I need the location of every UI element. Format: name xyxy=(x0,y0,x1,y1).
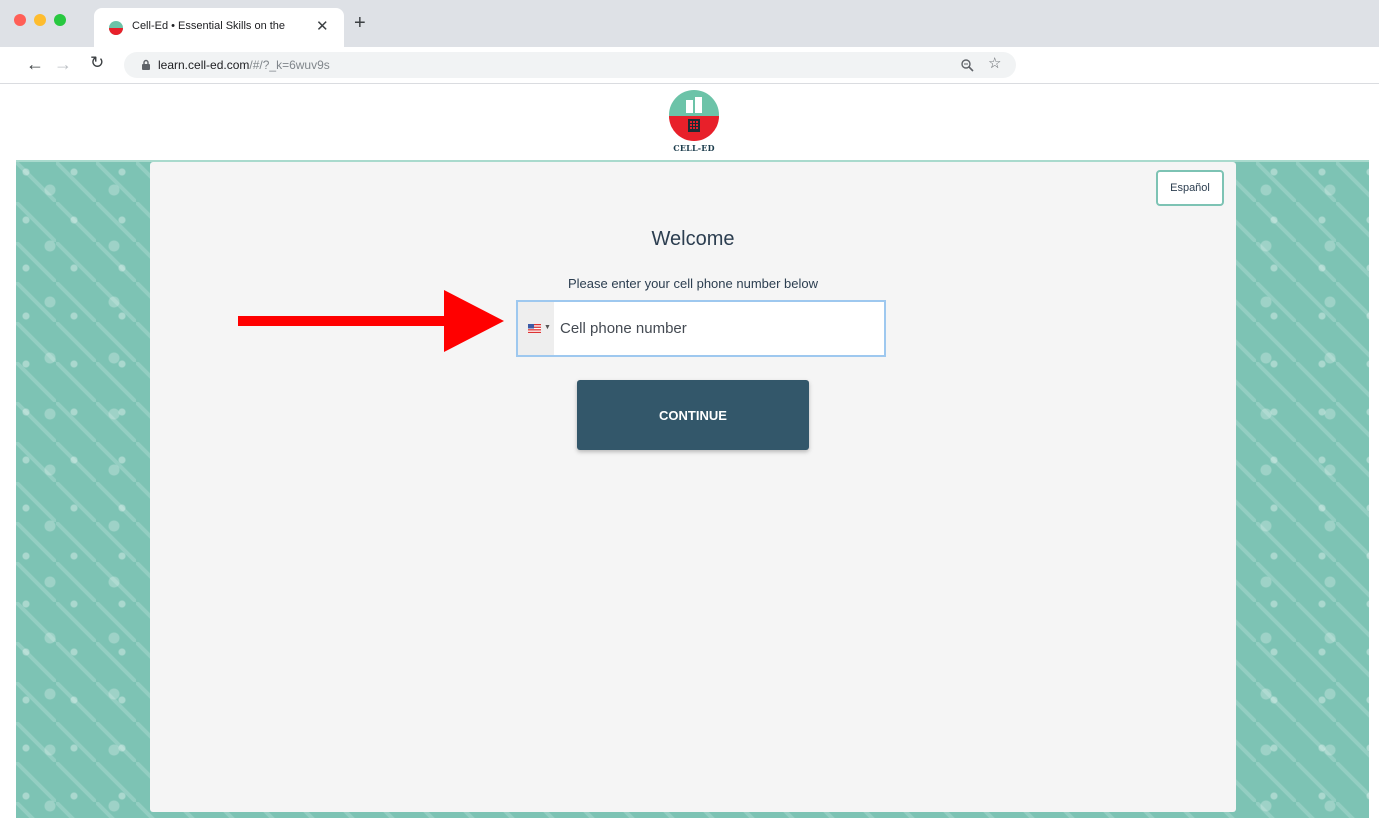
browser-tab-bar: Cell-Ed • Essential Skills on the ✕ + xyxy=(0,0,1379,47)
star-icon[interactable]: ☆ xyxy=(988,55,1001,73)
url-path: /#/?_k=6wuv9s xyxy=(249,58,330,72)
browser-tab[interactable]: Cell-Ed • Essential Skills on the ✕ xyxy=(94,8,344,47)
welcome-heading: Welcome xyxy=(651,228,735,250)
reload-icon[interactable]: ↻ xyxy=(90,53,104,73)
cell-ed-favicon-icon xyxy=(109,21,123,35)
lock-icon xyxy=(142,59,150,70)
new-tab-button[interactable]: + xyxy=(354,13,366,33)
cell-ed-logo: CELL-ED xyxy=(668,89,720,157)
us-flag-icon xyxy=(528,324,541,333)
site-header: CELL-ED xyxy=(0,84,1379,159)
address-bar[interactable]: learn.cell-ed.com/#/?_k=6wuv9s ☆ xyxy=(124,52,1016,78)
login-card: Español Welcome Please enter your cell p… xyxy=(150,162,1236,812)
country-selector[interactable]: ▼ xyxy=(518,302,554,355)
phone-prompt: Please enter your cell phone number belo… xyxy=(567,276,819,291)
arrow-right-icon[interactable]: → xyxy=(54,54,72,74)
logo-mark-icon xyxy=(669,90,719,141)
url-text: learn.cell-ed.com/#/?_k=6wuv9s xyxy=(158,58,330,72)
continue-button[interactable]: CONTINUE xyxy=(577,380,809,450)
arrow-left-icon[interactable]: ← xyxy=(26,54,44,74)
phone-field: ▼ xyxy=(516,300,886,357)
zoom-icon[interactable] xyxy=(960,58,974,72)
minimize-window-button[interactable] xyxy=(34,14,46,26)
language-toggle-button[interactable]: Español xyxy=(1156,170,1224,206)
url-host: learn.cell-ed.com xyxy=(158,58,250,72)
browser-toolbar: ← → ↻ learn.cell-ed.com/#/?_k=6wuv9s ☆ xyxy=(0,47,1379,84)
close-window-button[interactable] xyxy=(14,14,26,26)
logo-text: CELL-ED xyxy=(673,143,715,153)
phone-input[interactable] xyxy=(560,302,880,355)
maximize-window-button[interactable] xyxy=(54,14,66,26)
red-arrow-annotation xyxy=(238,290,504,352)
chevron-down-icon: ▼ xyxy=(544,324,551,331)
close-tab-icon[interactable]: ✕ xyxy=(316,18,329,36)
tab-title: Cell-Ed • Essential Skills on the xyxy=(132,20,286,32)
